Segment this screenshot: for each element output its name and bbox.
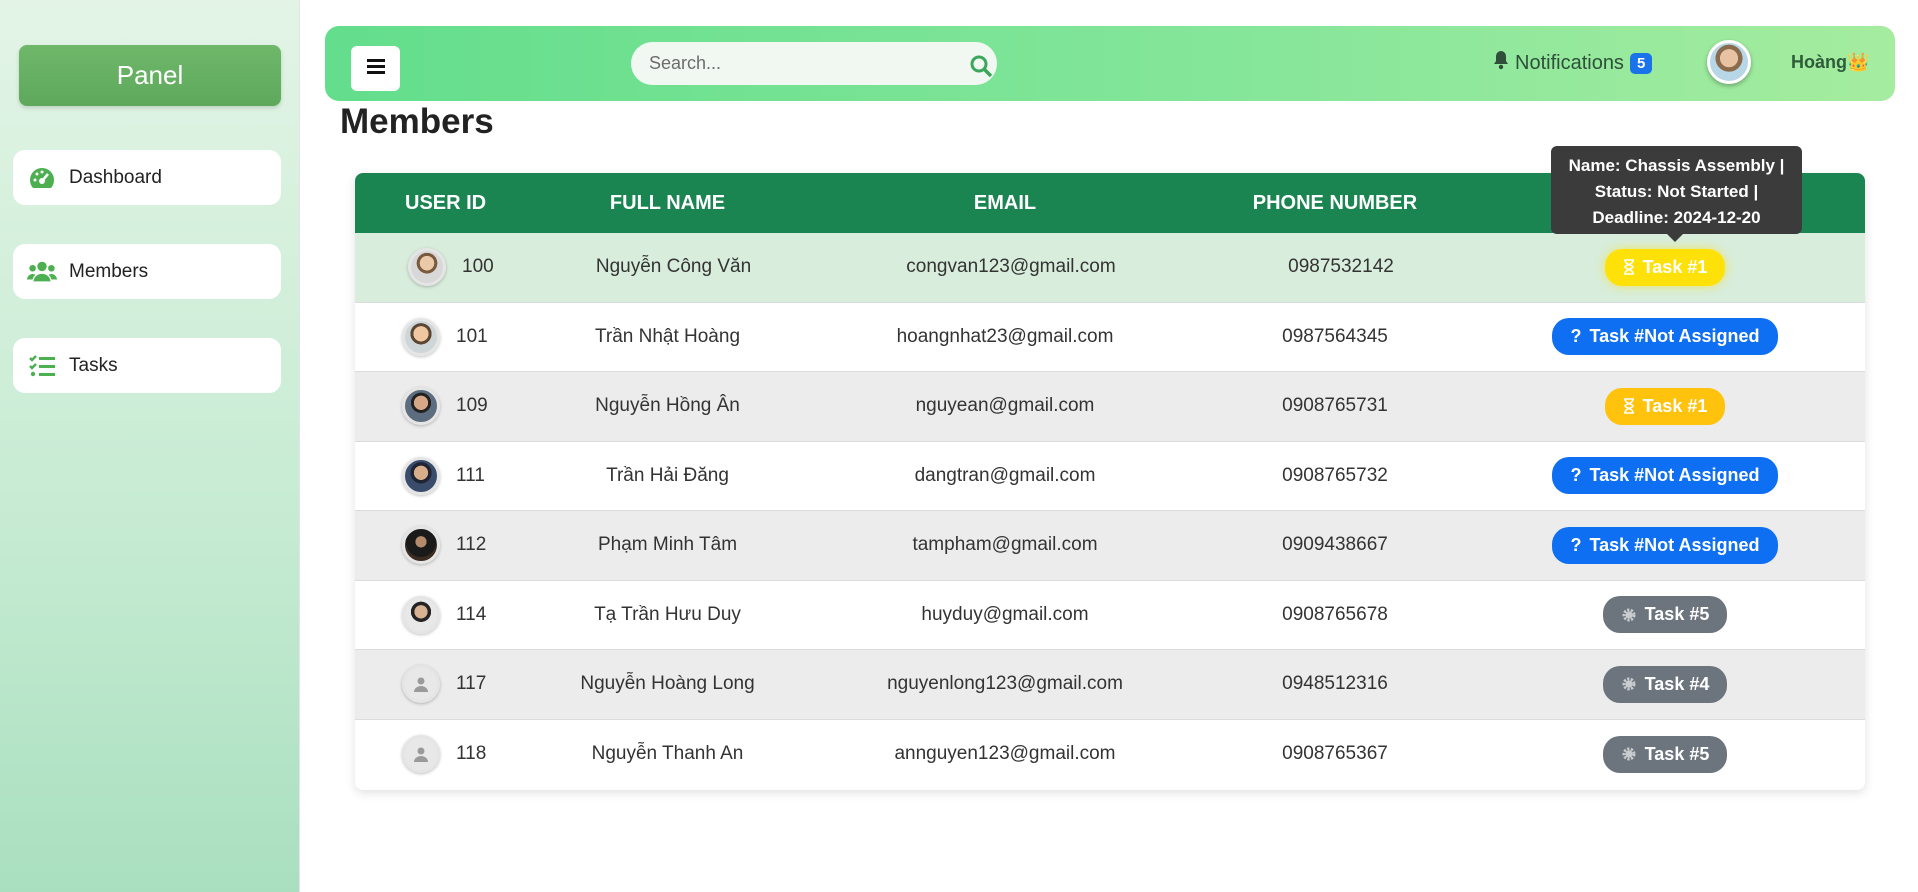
email: huyduy@gmail.com (921, 603, 1089, 625)
phone-number: 0908765678 (1282, 603, 1388, 625)
page-title: Members (340, 102, 494, 141)
sidebar-item-dashboard[interactable]: Dashboard (13, 150, 281, 205)
phone-number: 0908765367 (1282, 743, 1388, 765)
sidebar: Panel Dashboard Members Tasks (0, 0, 300, 892)
full-name: Trần Nhật Hoàng (594, 325, 741, 347)
panel-button[interactable]: Panel (19, 45, 281, 106)
question-icon: ? (1570, 326, 1582, 347)
full-name: Trần Hải Đăng (606, 464, 729, 486)
user-menu[interactable]: Hoàng👑 (1791, 52, 1869, 73)
column-header-user-id: USER ID (405, 191, 487, 214)
task-button[interactable]: ? Task #Not Assigned (1552, 318, 1778, 356)
table-row[interactable]: 114 Tạ Trần Hưu Duy huyduy@gmail.com 090… (355, 581, 1865, 650)
avatar (402, 735, 440, 774)
table-row[interactable]: 112 Phạm Minh Tâm tampham@gmail.com 0909… (355, 511, 1865, 581)
table-row[interactable]: 111 Trần Hải Đăng dangtran@gmail.com 090… (355, 442, 1865, 511)
search-bar (631, 42, 997, 85)
table-row[interactable]: 100 Nguyễn Công Văn congvan123@gmail.com… (355, 233, 1865, 303)
email: congvan123@gmail.com (906, 256, 1116, 278)
sidebar-item-tasks[interactable]: Tasks (13, 338, 281, 393)
question-icon: ? (1570, 534, 1582, 555)
email: nguyenlong123@gmail.com (887, 673, 1123, 695)
email: annguyen123@gmail.com (894, 743, 1116, 765)
table-row[interactable]: 117 Nguyễn Hoàng Long nguyenlong123@gmai… (355, 650, 1865, 720)
gear-icon (1621, 607, 1637, 623)
username-label: Hoàng (1791, 52, 1847, 72)
gear-icon (1621, 676, 1637, 692)
email: hoangnhat23@gmail.com (896, 325, 1114, 347)
avatar (402, 665, 440, 704)
avatar (402, 456, 440, 495)
top-bar: Notifications 5 Hoàng👑 (325, 26, 1895, 101)
user-id: 114 (456, 603, 487, 625)
email: tampham@gmail.com (912, 534, 1098, 556)
full-name: Nguyễn Thanh An (591, 743, 744, 765)
avatar (402, 595, 440, 634)
sidebar-item-label: Dashboard (69, 166, 162, 188)
user-id: 109 (456, 395, 488, 417)
tooltip-line: Name: Chassis Assembly | (1568, 156, 1785, 175)
user-id: 100 (462, 256, 494, 278)
hourglass-icon (1623, 398, 1635, 415)
sidebar-item-label: Tasks (69, 354, 118, 376)
bell-icon (1493, 50, 1509, 76)
user-id: 101 (456, 325, 488, 347)
gear-icon (1621, 746, 1637, 762)
full-name: Nguyễn Hoàng Long (580, 673, 755, 695)
full-name: Phạm Minh Tâm (597, 534, 738, 556)
gauge-icon (27, 165, 57, 191)
user-id: 117 (456, 673, 487, 695)
user-id: 112 (456, 534, 487, 556)
task-button[interactable]: ? Task #Not Assigned (1552, 457, 1778, 495)
user-avatar[interactable] (1707, 40, 1751, 84)
sidebar-item-label: Members (69, 260, 149, 282)
crown-icon: 👑 (1847, 52, 1870, 72)
phone-number: 0948512316 (1282, 673, 1388, 695)
table-row[interactable]: 109 Nguyễn Hồng Ân nguyean@gmail.com 090… (355, 372, 1865, 442)
email: nguyean@gmail.com (915, 395, 1095, 417)
full-name: Tạ Trần Hưu Duy (594, 603, 741, 625)
full-name: Nguyễn Công Văn (595, 256, 752, 278)
notifications-label: Notifications (1515, 51, 1624, 74)
task-button[interactable]: Task #1 (1604, 387, 1726, 425)
phone-number: 0987564345 (1282, 325, 1388, 347)
hourglass-icon (1623, 259, 1635, 276)
hamburger-icon (366, 58, 385, 79)
search-icon[interactable] (969, 54, 993, 83)
search-input[interactable] (649, 53, 949, 74)
avatar (402, 526, 440, 565)
notifications-button[interactable]: Notifications 5 (1493, 50, 1653, 76)
tooltip-line: Deadline: 2024-12-20 (1592, 208, 1761, 227)
task-button[interactable]: Task #5 (1602, 735, 1728, 773)
task-button[interactable]: Task #5 (1602, 596, 1728, 634)
phone-number: 0908765732 (1282, 464, 1388, 486)
avatar (402, 317, 440, 356)
full-name: Nguyễn Hồng Ân (595, 395, 740, 417)
users-icon (27, 259, 57, 285)
phone-number: 0908765731 (1282, 395, 1388, 417)
task-tooltip: Name: Chassis Assembly | Status: Not Sta… (1551, 146, 1802, 242)
table-row[interactable]: 118 Nguyễn Thanh An annguyen123@gmail.co… (355, 720, 1865, 790)
notifications-count-badge: 5 (1629, 52, 1653, 74)
menu-toggle-button[interactable] (351, 46, 400, 91)
avatar (402, 387, 440, 426)
task-button[interactable]: Task #1 (1604, 248, 1726, 286)
column-header-email: EMAIL (973, 191, 1037, 214)
phone-number: 0909438667 (1282, 534, 1388, 556)
sidebar-item-members[interactable]: Members (13, 244, 281, 299)
email: dangtran@gmail.com (914, 464, 1096, 486)
user-id: 111 (456, 464, 485, 486)
column-header-full-name: FULL NAME (609, 191, 726, 214)
list-check-icon (27, 353, 57, 379)
question-icon: ? (1570, 465, 1582, 486)
members-table: USER ID FULL NAME EMAIL PHONE NUMBER 100… (355, 173, 1865, 790)
tooltip-line: Status: Not Started | (1594, 182, 1759, 201)
phone-number: 0987532142 (1288, 256, 1394, 278)
avatar (408, 248, 446, 287)
user-id: 118 (456, 743, 487, 765)
column-header-phone: PHONE NUMBER (1252, 191, 1418, 214)
task-button[interactable]: ? Task #Not Assigned (1552, 526, 1778, 564)
task-button[interactable]: Task #4 (1602, 665, 1728, 703)
table-row[interactable]: 101 Trần Nhật Hoàng hoangnhat23@gmail.co… (355, 303, 1865, 372)
